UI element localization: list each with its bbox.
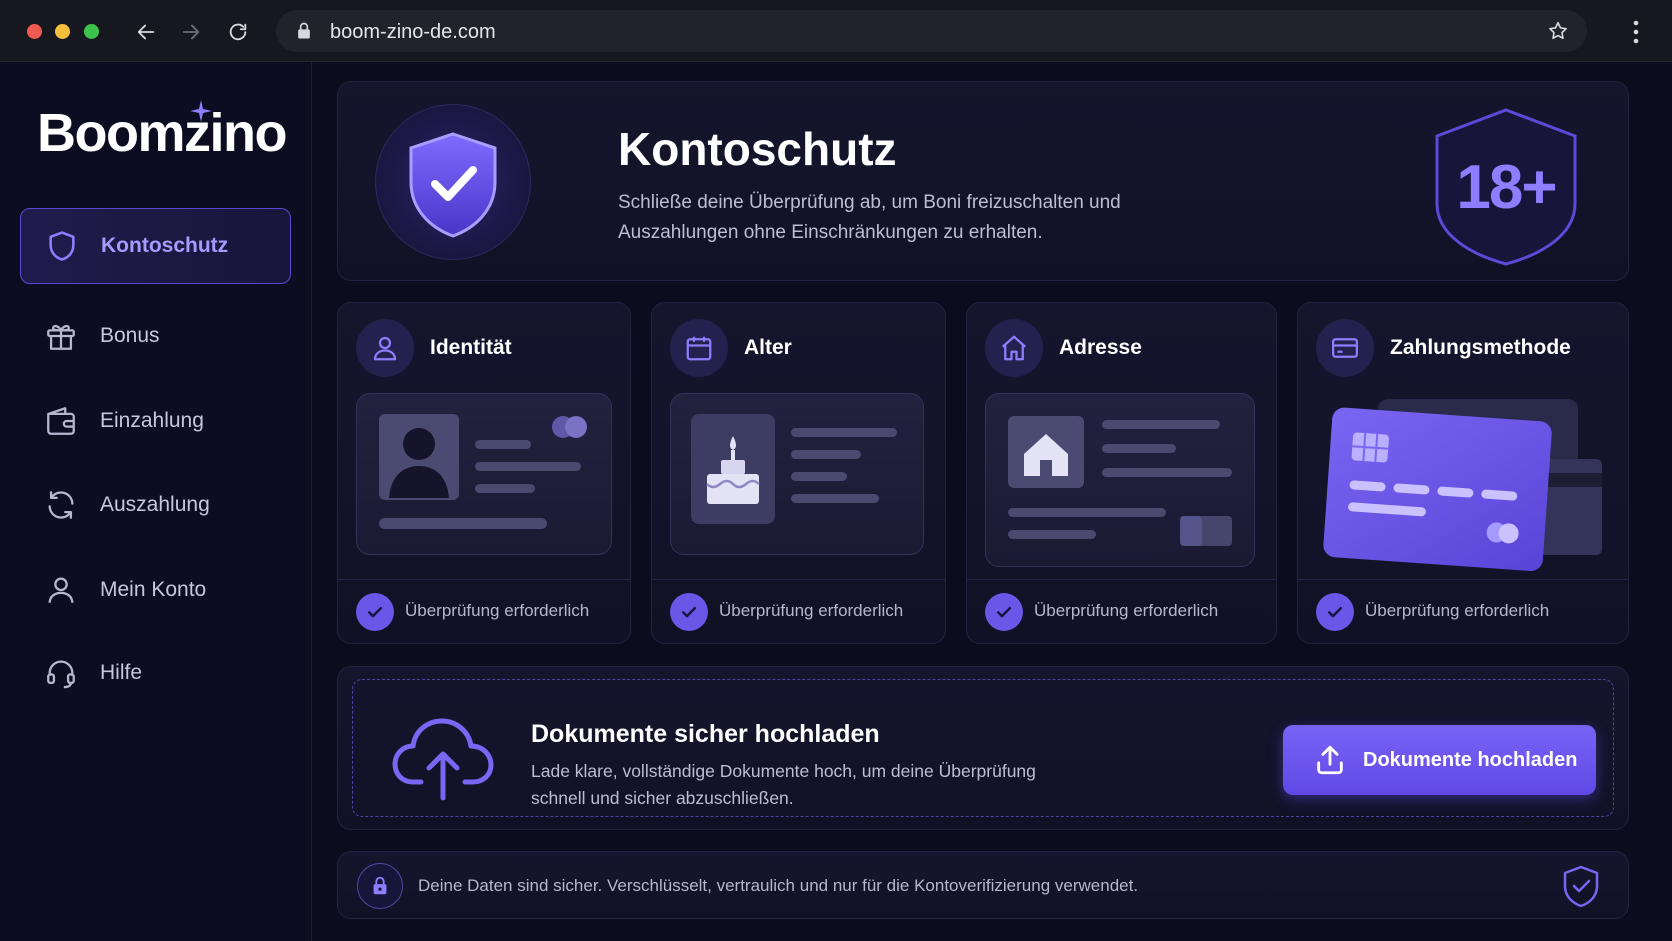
credit-card-icon [1332, 338, 1358, 358]
security-note: Deine Daten sind sicher. Verschlüsselt, … [337, 851, 1629, 919]
id-document-icon [379, 414, 587, 529]
upload-documents-button[interactable]: Dokumente hochladen [1283, 725, 1596, 795]
age-card[interactable]: Alter Überprüfung erforderlich [651, 302, 946, 644]
identity-card-icon-circle [356, 319, 414, 377]
logo: Boomzino [37, 103, 287, 163]
upload-title: Dokumente sicher hochladen [531, 720, 880, 748]
birthday-document-illustration [670, 393, 924, 555]
sidebar-item-label: Hilfe [100, 661, 143, 684]
close-window-button[interactable] [27, 24, 42, 39]
age-card-icon-circle [670, 319, 728, 377]
shield-icon [49, 231, 75, 261]
upload-description: Lade klare, vollständige Dokumente hoch,… [531, 761, 1036, 808]
age-badge-text: 18+ [1456, 153, 1555, 222]
identity-card[interactable]: Identität Überprüfung erforderlich [337, 302, 631, 644]
sidebar-item-label: Einzahlung [100, 409, 204, 432]
sidebar-item-label: Auszahlung [100, 493, 210, 516]
forward-button[interactable] [177, 18, 205, 46]
card-title: Zahlungsmethode [1390, 336, 1571, 359]
security-lock-circle [357, 863, 403, 909]
upload-panel: Dokumente sicher hochladen Lade klare, v… [337, 666, 1629, 830]
home-icon [1002, 335, 1026, 361]
upload-dropzone[interactable]: Dokumente sicher hochladen Lade klare, v… [352, 679, 1614, 817]
headset-icon [47, 660, 75, 689]
payment-card-icon-circle [1316, 319, 1374, 377]
sidebar: Boomzino Kontoschutz Bonus Einzahlung Au… [0, 62, 312, 941]
upload-button-label: Dokumente hochladen [1363, 749, 1578, 771]
reload-button[interactable] [224, 18, 252, 46]
arrow-left-icon [137, 24, 155, 40]
shield-check-icon [1563, 865, 1599, 908]
check-circle-icon [1316, 593, 1354, 631]
sidebar-item-bonus[interactable]: Bonus [20, 298, 291, 374]
address-bar[interactable]: boom-zino-de.com [276, 10, 1587, 52]
card-title: Adresse [1059, 336, 1142, 359]
sidebar-item-kontoschutz[interactable]: Kontoschutz [20, 208, 291, 284]
check-circle-icon [356, 593, 394, 631]
card-status: Überprüfung erforderlich [1365, 601, 1550, 620]
browser-chrome: boom-zino-de.com [0, 0, 1672, 62]
arrow-right-icon [182, 24, 200, 40]
url-text: boom-zino-de.com [330, 21, 496, 43]
card-status: Überprüfung erforderlich [1034, 601, 1219, 620]
check-circle-icon [985, 593, 1023, 631]
card-title: Alter [744, 336, 792, 359]
sidebar-item-auszahlung[interactable]: Auszahlung [20, 467, 291, 543]
address-document-illustration [985, 393, 1255, 567]
house-document-icon [1008, 416, 1232, 546]
refresh-icon [48, 491, 74, 519]
upload-icon [1317, 745, 1343, 775]
card-status: Überprüfung erforderlich [719, 601, 904, 620]
back-button[interactable] [132, 18, 160, 46]
sidebar-item-label: Kontoschutz [101, 234, 229, 257]
bookmark-star-icon[interactable] [1547, 20, 1569, 42]
credit-cards-illustration [1323, 399, 1602, 571]
security-text: Deine Daten sind sicher. Verschlüsselt, … [418, 876, 1139, 895]
reload-icon [229, 23, 247, 41]
card-status: Überprüfung erforderlich [405, 601, 590, 620]
page-title: Kontoschutz [618, 123, 897, 175]
id-card-illustration [356, 393, 612, 555]
wallet-icon [47, 407, 75, 435]
sidebar-item-label: Mein Konto [100, 578, 207, 601]
user-icon [48, 577, 74, 603]
check-circle-icon [670, 593, 708, 631]
lock-icon [298, 22, 310, 39]
browser-menu-icon[interactable] [1632, 19, 1640, 45]
birthday-cake-icon [691, 414, 897, 524]
payment-method-card[interactable]: Zahlungsmethode Überprüfung erforderlich [1297, 302, 1629, 644]
sidebar-item-einzahlung[interactable]: Einzahlung [20, 383, 291, 459]
user-icon [373, 336, 397, 361]
calendar-icon [686, 336, 712, 361]
sidebar-item-mein-konto[interactable]: Mein Konto [20, 552, 291, 628]
address-card-icon-circle [985, 319, 1043, 377]
address-card[interactable]: Adresse Überprüfung erforderlich [966, 302, 1277, 644]
minimize-window-button[interactable] [55, 24, 70, 39]
shield-check-icon [409, 132, 497, 238]
sidebar-item-label: Bonus [100, 324, 160, 347]
lock-icon [373, 876, 387, 895]
cloud-upload-icon [392, 718, 494, 801]
gift-icon [47, 324, 75, 350]
card-title: Identität [430, 336, 512, 359]
page-description: Schließe deine Überprüfung ab, um Boni f… [618, 192, 1121, 243]
sparkle-icon [190, 100, 212, 122]
maximize-window-button[interactable] [84, 24, 99, 39]
age-18-badge: 18+ [1435, 108, 1577, 266]
sidebar-item-hilfe[interactable]: Hilfe [20, 635, 291, 711]
hero-panel: Kontoschutz Schließe deine Überprüfung a… [337, 81, 1629, 281]
